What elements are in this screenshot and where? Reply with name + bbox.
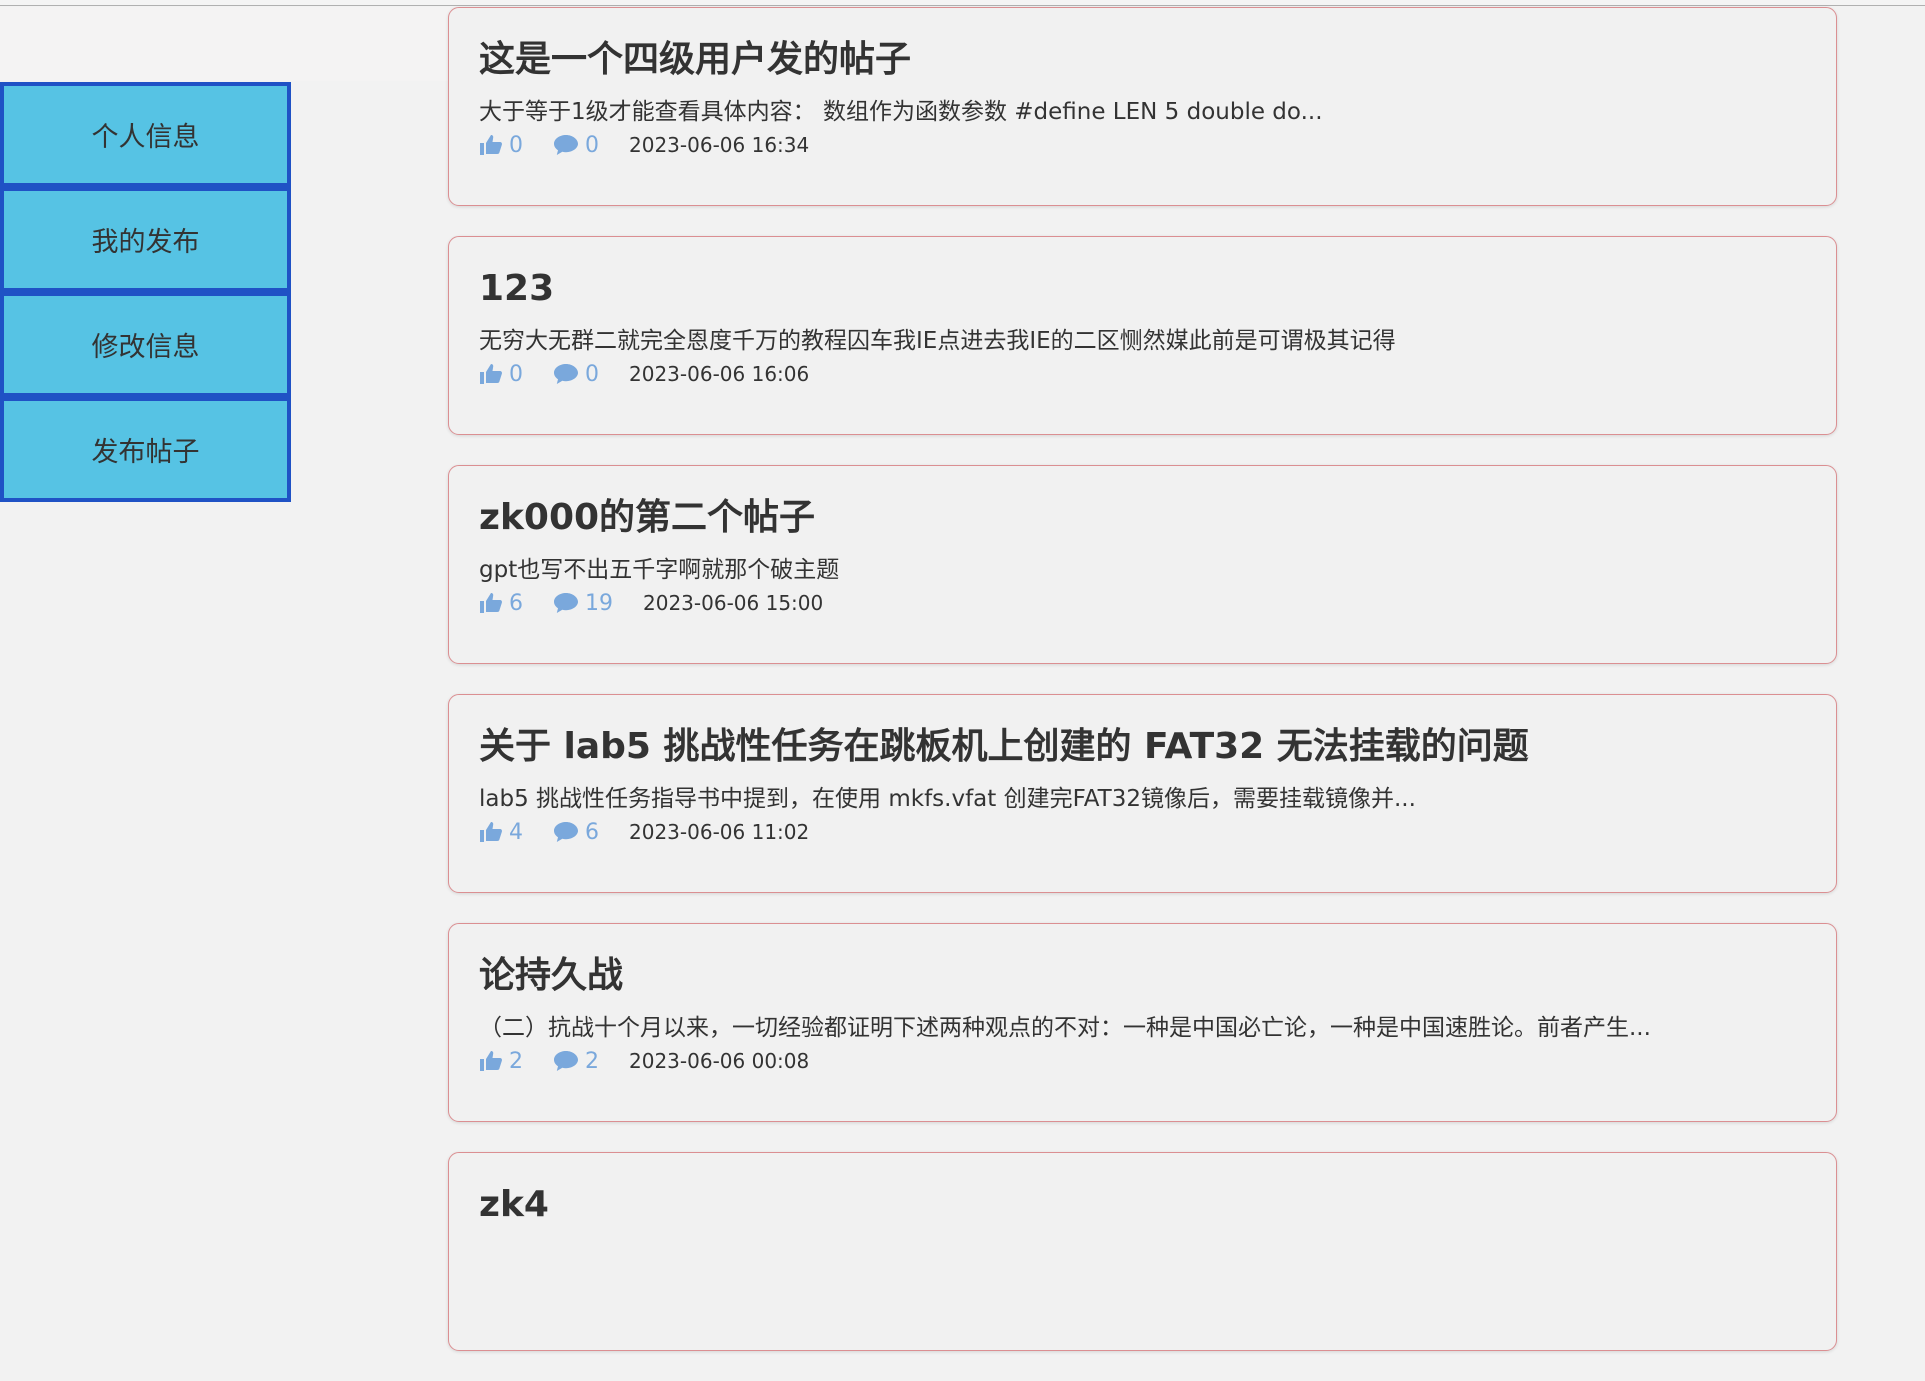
comment-button[interactable]: 0 bbox=[553, 133, 599, 158]
like-count: 4 bbox=[509, 819, 523, 845]
like-count: 6 bbox=[509, 590, 523, 616]
post-card[interactable]: zk000的第二个帖子 gpt也写不出五千字啊就那个破主题 6 19 2023-… bbox=[448, 465, 1837, 664]
post-meta: 0 0 2023-06-06 16:34 bbox=[479, 130, 1806, 160]
comment-button[interactable]: 0 bbox=[553, 362, 599, 387]
comment-button[interactable]: 2 bbox=[553, 1049, 599, 1074]
post-meta: 6 19 2023-06-06 15:00 bbox=[479, 588, 1806, 618]
post-feed: 这是一个四级用户发的帖子 大于等于1级才能查看具体内容： 数组作为函数参数 #d… bbox=[448, 7, 1837, 1381]
header-band bbox=[0, 7, 450, 81]
post-card[interactable]: 论持久战 （二）抗战十个月以来，一切经验都证明下述两种观点的不对：一种是中国必亡… bbox=[448, 923, 1837, 1122]
post-timestamp: 2023-06-06 15:00 bbox=[643, 591, 824, 615]
comment-bubble-icon bbox=[554, 364, 578, 384]
thumbs-up-icon bbox=[480, 364, 502, 384]
sidebar-menu: 个人信息 我的发布 修改信息 发布帖子 bbox=[0, 82, 291, 502]
post-title[interactable]: 这是一个四级用户发的帖子 bbox=[479, 36, 1806, 84]
sidebar-item-label: 修改信息 bbox=[91, 332, 200, 363]
post-card[interactable]: zk4 bbox=[448, 1152, 1837, 1351]
thumbs-up-icon bbox=[480, 135, 502, 155]
comment-count: 19 bbox=[585, 590, 613, 616]
post-excerpt: （二）抗战十个月以来，一切经验都证明下述两种观点的不对：一种是中国必亡论，一种是… bbox=[479, 1015, 1651, 1041]
comment-button[interactable]: 6 bbox=[553, 820, 599, 845]
comment-bubble-icon bbox=[554, 593, 578, 613]
top-border bbox=[0, 0, 1925, 6]
like-button[interactable]: 2 bbox=[479, 1049, 523, 1074]
comment-count: 0 bbox=[585, 132, 599, 158]
sidebar-item-new-post[interactable]: 发布帖子 bbox=[0, 397, 291, 502]
post-timestamp: 2023-06-06 11:02 bbox=[629, 820, 810, 844]
sidebar-item-edit-info[interactable]: 修改信息 bbox=[0, 292, 291, 397]
post-card[interactable]: 这是一个四级用户发的帖子 大于等于1级才能查看具体内容： 数组作为函数参数 #d… bbox=[448, 7, 1837, 206]
like-button[interactable]: 0 bbox=[479, 133, 523, 158]
post-timestamp: 2023-06-06 16:34 bbox=[629, 133, 810, 157]
thumbs-up-icon bbox=[480, 1051, 502, 1071]
like-button[interactable]: 6 bbox=[479, 591, 523, 616]
comment-count: 0 bbox=[585, 361, 599, 387]
post-timestamp: 2023-06-06 00:08 bbox=[629, 1049, 810, 1073]
sidebar-item-my-posts[interactable]: 我的发布 bbox=[0, 187, 291, 292]
sidebar-item-label: 我的发布 bbox=[91, 227, 200, 258]
post-excerpt: gpt也写不出五千字啊就那个破主题 bbox=[479, 557, 840, 583]
post-excerpt: lab5 挑战性任务指导书中提到，在使用 mkfs.vfat 创建完FAT32镜… bbox=[479, 786, 1416, 812]
comment-bubble-icon bbox=[554, 822, 578, 842]
thumbs-up-icon bbox=[480, 822, 502, 842]
post-title[interactable]: 123 bbox=[479, 265, 1806, 313]
post-title[interactable]: 论持久战 bbox=[479, 952, 1806, 1000]
like-count: 0 bbox=[509, 361, 523, 387]
post-timestamp: 2023-06-06 16:06 bbox=[629, 362, 810, 386]
sidebar-item-label: 个人信息 bbox=[91, 122, 200, 153]
like-count: 0 bbox=[509, 132, 523, 158]
sidebar-item-label: 发布帖子 bbox=[91, 437, 200, 468]
post-card[interactable]: 关于 lab5 挑战性任务在跳板机上创建的 FAT32 无法挂载的问题 lab5… bbox=[448, 694, 1837, 893]
like-count: 2 bbox=[509, 1048, 523, 1074]
post-excerpt: 大于等于1级才能查看具体内容： 数组作为函数参数 #define LEN 5 d… bbox=[479, 99, 1323, 125]
like-button[interactable]: 4 bbox=[479, 820, 523, 845]
post-meta: 2 2 2023-06-06 00:08 bbox=[479, 1046, 1806, 1076]
post-card[interactable]: 123 无穷大无群二就完全恩度千万的教程囚车我IE点进去我IE的二区恻然媒此前是… bbox=[448, 236, 1837, 435]
post-meta: 4 6 2023-06-06 11:02 bbox=[479, 817, 1806, 847]
comment-count: 2 bbox=[585, 1048, 599, 1074]
thumbs-up-icon bbox=[480, 593, 502, 613]
comment-count: 6 bbox=[585, 819, 599, 845]
post-meta: 0 0 2023-06-06 16:06 bbox=[479, 359, 1806, 389]
post-title[interactable]: zk4 bbox=[479, 1181, 1806, 1229]
comment-button[interactable]: 19 bbox=[553, 591, 613, 616]
like-button[interactable]: 0 bbox=[479, 362, 523, 387]
comment-bubble-icon bbox=[554, 1051, 578, 1071]
post-title[interactable]: 关于 lab5 挑战性任务在跳板机上创建的 FAT32 无法挂载的问题 bbox=[479, 723, 1806, 771]
sidebar-item-profile[interactable]: 个人信息 bbox=[0, 82, 291, 187]
post-excerpt: 无穷大无群二就完全恩度千万的教程囚车我IE点进去我IE的二区恻然媒此前是可谓极其… bbox=[479, 328, 1396, 354]
post-title[interactable]: zk000的第二个帖子 bbox=[479, 494, 1806, 542]
comment-bubble-icon bbox=[554, 135, 578, 155]
